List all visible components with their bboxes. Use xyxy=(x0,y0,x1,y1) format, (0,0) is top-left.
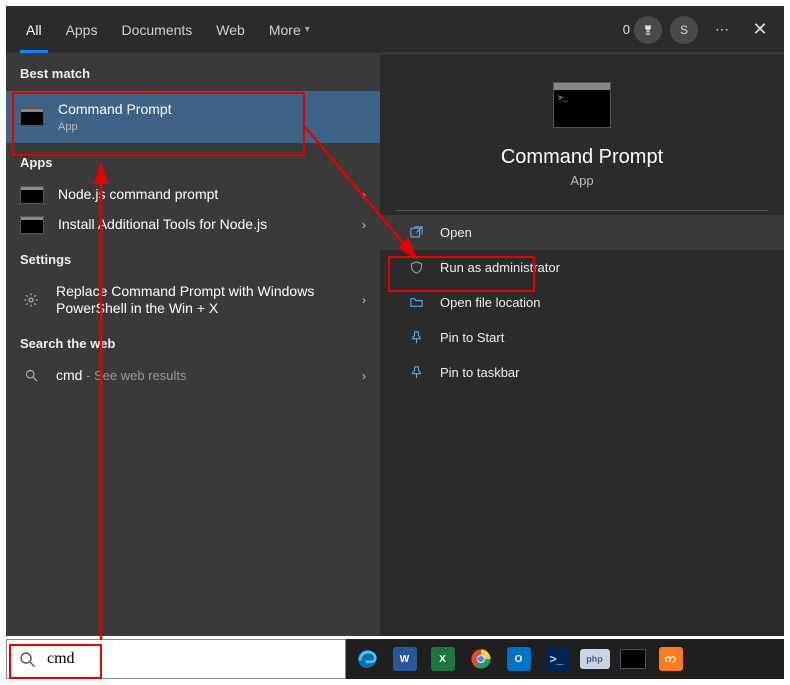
windows-search-panel: All Apps Documents Web More▾ 0 S ⋯ ✕ Bes… xyxy=(6,6,784,636)
section-web: Search the web xyxy=(6,324,380,361)
folder-icon xyxy=(406,295,426,310)
tab-web[interactable]: Web xyxy=(204,6,257,53)
taskbar-php-icon[interactable]: php xyxy=(580,649,610,669)
close-icon[interactable]: ✕ xyxy=(744,14,776,46)
chevron-right-icon: › xyxy=(362,218,366,232)
result-title: Node.js command prompt xyxy=(58,186,354,204)
user-avatar[interactable]: S xyxy=(668,14,700,46)
result-web-cmd[interactable]: cmd - See web results › xyxy=(6,361,380,391)
cmd-icon xyxy=(20,216,44,234)
tab-all[interactable]: All xyxy=(14,6,54,53)
taskbar-powershell-icon[interactable]: >_ xyxy=(545,647,569,671)
more-options-icon[interactable]: ⋯ xyxy=(706,14,738,46)
search-input[interactable] xyxy=(47,650,345,668)
results-column: Best match Command Prompt App Apps Node.… xyxy=(6,54,380,636)
tab-more[interactable]: More▾ xyxy=(257,6,322,53)
result-title: Install Additional Tools for Node.js xyxy=(58,216,354,234)
preview-title: Command Prompt xyxy=(380,146,784,169)
search-tabs: All Apps Documents Web More▾ 0 S ⋯ ✕ xyxy=(6,6,784,54)
pin-icon xyxy=(406,365,426,380)
section-settings: Settings xyxy=(6,240,380,277)
chevron-right-icon: › xyxy=(362,188,366,202)
preview-column: Command Prompt App Open Run as administr… xyxy=(380,54,784,636)
preview-app-icon xyxy=(553,82,611,128)
gear-icon xyxy=(20,291,42,309)
tab-documents[interactable]: Documents xyxy=(109,6,204,53)
trophy-icon[interactable] xyxy=(634,16,662,44)
open-icon xyxy=(406,225,426,240)
taskbar-excel-icon[interactable]: X xyxy=(431,647,455,671)
taskbar-terminal-icon[interactable] xyxy=(620,649,646,669)
taskbar-outlook-icon[interactable]: O xyxy=(507,647,531,671)
chevron-right-icon: › xyxy=(362,369,366,383)
rewards-count: 0 xyxy=(623,22,630,37)
section-best-match: Best match xyxy=(6,54,380,91)
cmd-icon xyxy=(20,186,44,204)
result-command-prompt[interactable]: Command Prompt App xyxy=(6,91,380,143)
result-subtitle: App xyxy=(58,121,366,133)
search-icon xyxy=(20,367,42,385)
pin-icon xyxy=(406,330,426,345)
taskbar-word-icon[interactable]: W xyxy=(393,647,417,671)
section-apps: Apps xyxy=(6,143,380,180)
divider xyxy=(396,210,768,211)
taskbar-xampp-icon[interactable]: ဢ xyxy=(659,647,683,671)
result-nodejs-prompt[interactable]: Node.js command prompt › xyxy=(6,180,380,210)
search-icon xyxy=(7,651,47,668)
chevron-right-icon: › xyxy=(362,293,366,307)
chevron-down-icon: ▾ xyxy=(305,24,310,35)
taskbar: W X O >_ php ဢ xyxy=(346,639,784,679)
result-title: Replace Command Prompt with Windows Powe… xyxy=(56,283,354,318)
tab-apps[interactable]: Apps xyxy=(54,6,110,53)
action-pin-start[interactable]: Pin to Start xyxy=(380,320,784,355)
action-run-admin[interactable]: Run as administrator xyxy=(380,250,784,285)
result-install-node-tools[interactable]: Install Additional Tools for Node.js › xyxy=(6,210,380,240)
search-input-container xyxy=(6,639,346,679)
taskbar-edge-icon[interactable] xyxy=(351,644,383,674)
result-replace-cmd-powershell[interactable]: Replace Command Prompt with Windows Powe… xyxy=(6,277,380,324)
action-open-location[interactable]: Open file location xyxy=(380,285,784,320)
taskbar-chrome-icon[interactable] xyxy=(465,644,497,674)
cmd-icon xyxy=(20,108,44,126)
result-title: cmd - See web results xyxy=(56,367,354,385)
shield-icon xyxy=(406,260,426,275)
action-open[interactable]: Open xyxy=(380,215,784,250)
preview-subtitle: App xyxy=(380,173,784,188)
result-title: Command Prompt xyxy=(58,101,366,119)
action-pin-taskbar[interactable]: Pin to taskbar xyxy=(380,355,784,390)
